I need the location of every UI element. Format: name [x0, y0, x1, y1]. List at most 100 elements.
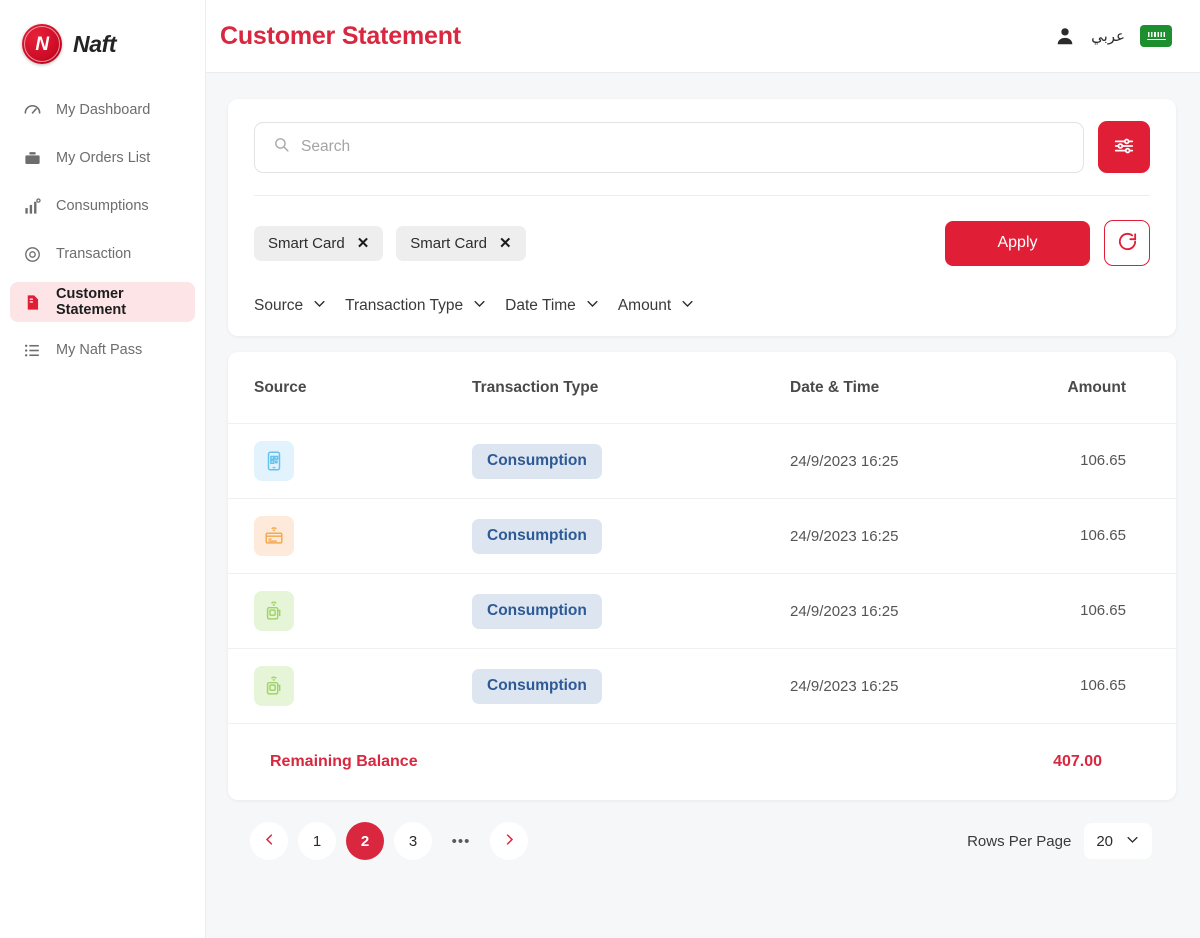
search-box[interactable]: [254, 121, 1084, 173]
pagination-page-3[interactable]: 3: [394, 822, 432, 860]
cell-date-time: 24/9/2023 16:25: [790, 602, 899, 620]
cell-amount: 106.65: [1080, 677, 1126, 694]
rows-per-page-select[interactable]: 20: [1084, 823, 1152, 859]
cell-date-time: 24/9/2023 16:25: [790, 527, 899, 545]
table-row[interactable]: Consumption 24/9/2023 16:25 106.65: [228, 574, 1176, 649]
dashboard-icon: [22, 100, 42, 120]
filter-divider: [254, 195, 1150, 196]
chips-row: Smart Card ✕ Smart Card ✕ Apply: [254, 220, 1150, 266]
chevron-down-icon: [1125, 832, 1140, 851]
fuel-tag-nfc-icon: [254, 666, 294, 706]
sort-source[interactable]: Source: [254, 296, 327, 316]
cell-amount: 106.65: [1080, 602, 1126, 619]
cell-transaction-type: Consumption: [472, 668, 790, 704]
pagination-ellipsis: •••: [451, 832, 471, 850]
brand-name: Naft: [73, 30, 117, 57]
cell-transaction-type: Consumption: [472, 518, 790, 554]
chip-label: Smart Card: [410, 234, 487, 252]
column-header-amount: Amount: [1067, 378, 1126, 396]
column-header-transaction-type: Transaction Type: [472, 378, 599, 396]
table-row[interactable]: Consumption 24/9/2023 16:25 106.65: [228, 424, 1176, 499]
table-row[interactable]: Consumption 24/9/2023 16:25 106.65: [228, 499, 1176, 574]
chevron-down-icon: [312, 296, 327, 316]
statement-table: Source Transaction Type Date & Time Amou…: [228, 352, 1176, 800]
close-icon[interactable]: ✕: [499, 236, 512, 251]
sidebar-nav: My Dashboard My Orders List Consumptions…: [0, 90, 205, 370]
pagination-page-2[interactable]: 2: [346, 822, 384, 860]
reset-button[interactable]: [1104, 220, 1150, 266]
search-row: [254, 121, 1150, 173]
document-icon: [22, 292, 42, 312]
cell-transaction-type: Consumption: [472, 593, 790, 629]
search-input[interactable]: [301, 138, 1065, 156]
saudi-arabia-flag-icon[interactable]: [1140, 25, 1172, 47]
app-root: N Naft My Dashboard My Orders List Consu…: [0, 0, 1200, 938]
pagination-bar: 1 2 3 ••• Rows Per Page 20: [228, 800, 1176, 860]
close-icon[interactable]: ✕: [357, 236, 370, 251]
filter-toggle-button[interactable]: [1098, 121, 1150, 173]
pagination-prev-button[interactable]: [250, 822, 288, 860]
language-toggle-label[interactable]: عربي: [1091, 27, 1125, 45]
sliders-filter-icon: [1113, 135, 1135, 160]
pagination-page-1[interactable]: 1: [298, 822, 336, 860]
chevron-right-icon: [502, 832, 517, 851]
search-icon: [273, 136, 290, 158]
sidebar-item-consumptions[interactable]: Consumptions: [10, 186, 195, 226]
cell-source: [254, 591, 472, 631]
sort-label: Source: [254, 297, 304, 314]
fuel-tag-nfc-icon: [254, 591, 294, 631]
filter-chip[interactable]: Smart Card ✕: [254, 225, 384, 261]
sidebar-item-my-dashboard[interactable]: My Dashboard: [10, 90, 195, 130]
rows-per-page: Rows Per Page 20: [967, 823, 1152, 859]
sidebar-item-label: My Naft Pass: [56, 342, 143, 358]
status-badge: Consumption: [472, 668, 602, 704]
chip-label: Smart Card: [268, 234, 345, 252]
topbar-actions: عربي: [1054, 25, 1172, 47]
cell-amount: 106.65: [1080, 527, 1126, 544]
sidebar-item-my-naft-pass[interactable]: My Naft Pass: [10, 330, 195, 370]
sidebar-item-transaction[interactable]: Transaction: [10, 234, 195, 274]
apply-button[interactable]: Apply: [945, 220, 1090, 266]
column-header-date-time: Date & Time: [790, 378, 880, 396]
sort-label: Amount: [617, 297, 672, 314]
filter-actions: Apply: [945, 220, 1150, 266]
rows-per-page-label: Rows Per Page: [967, 832, 1072, 850]
status-badge: Consumption: [472, 518, 602, 554]
sort-date-time[interactable]: Date Time: [505, 296, 600, 316]
cell-source: [254, 666, 472, 706]
flag-sword: [1146, 38, 1166, 41]
table-row[interactable]: Consumption 24/9/2023 16:25 106.65: [228, 649, 1176, 724]
active-filter-chips: Smart Card ✕ Smart Card ✕: [254, 225, 526, 261]
filter-chip[interactable]: Smart Card ✕: [396, 225, 526, 261]
column-header-source: Source: [254, 378, 307, 396]
logo-letter: N: [35, 33, 49, 55]
sidebar-item-label: Consumptions: [56, 198, 149, 214]
page-title: Customer Statement: [220, 21, 461, 50]
refresh-icon: [1116, 230, 1139, 256]
sidebar-item-label: Customer Statement: [56, 286, 127, 318]
sidebar-item-my-orders-list[interactable]: My Orders List: [10, 138, 195, 178]
remaining-balance-row: Remaining Balance 407.00: [228, 724, 1176, 800]
pagination: 1 2 3 •••: [250, 822, 528, 860]
sidebar-item-label: Transaction: [56, 246, 132, 262]
cell-transaction-type: Consumption: [472, 443, 790, 479]
sort-transaction-type[interactable]: Transaction Type: [345, 296, 487, 316]
status-badge: Consumption: [472, 593, 602, 629]
content-area: Smart Card ✕ Smart Card ✕ Apply: [206, 73, 1200, 860]
user-icon[interactable]: [1054, 25, 1076, 47]
briefcase-icon: [22, 148, 42, 168]
pagination-next-button[interactable]: [490, 822, 528, 860]
sort-amount[interactable]: Amount: [618, 296, 695, 316]
transaction-refresh-icon: [22, 244, 42, 264]
cell-source: [254, 516, 472, 556]
sidebar-item-label: My Orders List: [56, 150, 151, 166]
cell-source: [254, 441, 472, 481]
naft-logo-icon: N: [22, 24, 62, 64]
sidebar-item-customer-statement[interactable]: Customer Statement: [10, 282, 195, 322]
sort-label: Date Time: [505, 297, 576, 314]
top-bar: Customer Statement عربي: [206, 0, 1200, 73]
bar-chart-icon: [22, 196, 42, 216]
filter-panel: Smart Card ✕ Smart Card ✕ Apply: [228, 99, 1176, 336]
brand-logo[interactable]: N Naft: [0, 0, 205, 64]
chevron-down-icon: [472, 296, 487, 316]
